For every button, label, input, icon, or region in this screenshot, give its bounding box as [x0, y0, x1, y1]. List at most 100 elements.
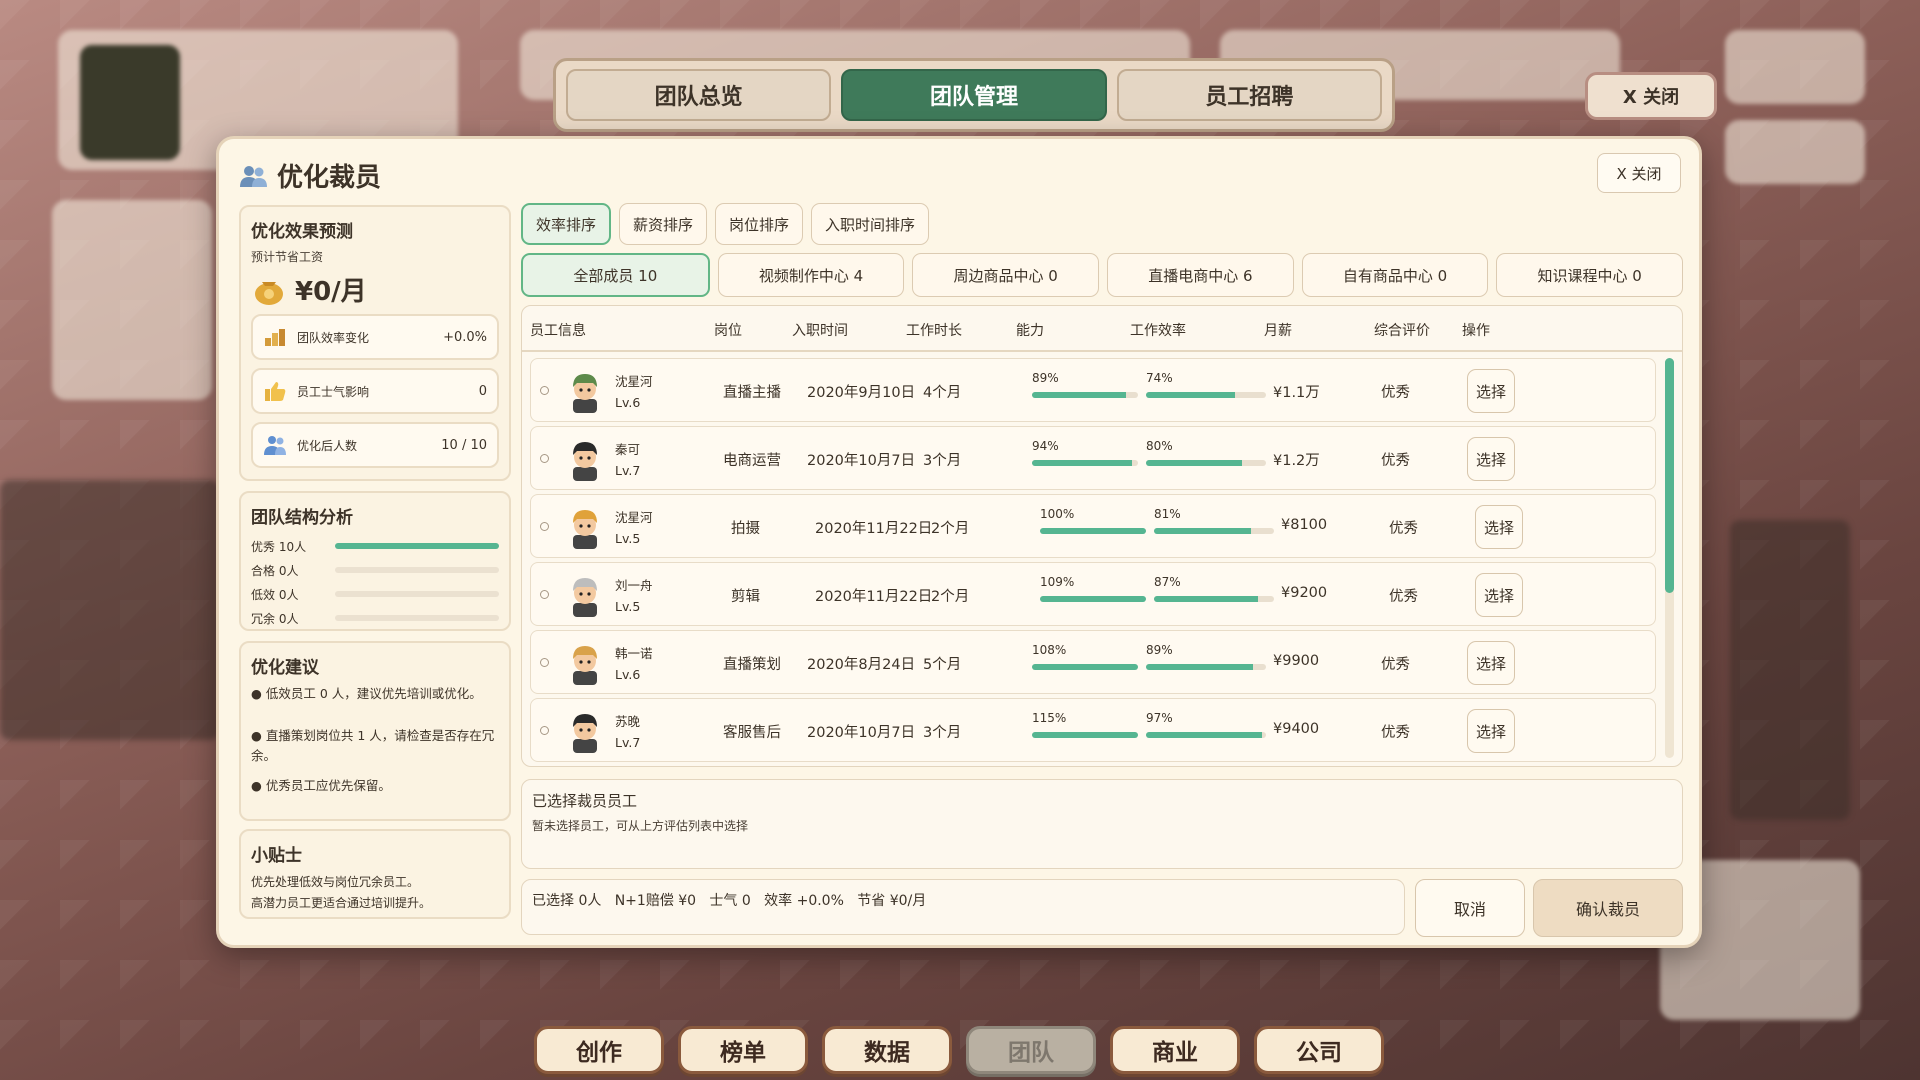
top-close-button[interactable]: X 关闭: [1585, 72, 1717, 120]
structure-label: 低效 0人: [251, 587, 299, 602]
select-employee-button[interactable]: 选择: [1467, 437, 1515, 481]
employee-avatar: [573, 510, 597, 549]
structure-row-excellent: 优秀 10人: [251, 534, 499, 558]
ability-percent: 94%: [1032, 439, 1059, 453]
employee-avatar: [573, 374, 597, 413]
select-employee-button[interactable]: 选择: [1467, 709, 1515, 753]
employee-duration: 5个月: [923, 657, 962, 673]
table-row[interactable]: 沈星河 Lv.6 直播主播 2020年9月10日 4个月 89% 74% ¥1.…: [530, 358, 1656, 422]
tips-card: 小贴士 优先处理低效与岗位冗余员工。 高潜力员工更适合通过培训提升。: [239, 829, 511, 919]
structure-row-redundant: 冗余 0人: [251, 606, 499, 630]
filter-merch-center[interactable]: 周边商品中心 0: [912, 253, 1100, 297]
efficiency-percent: 81%: [1154, 507, 1181, 521]
employee-salary: ¥9900: [1273, 653, 1320, 669]
forecast-subtitle: 预计节省工资: [251, 250, 324, 264]
bottom-dock: 创作 榜单 数据 团队 商业 公司: [534, 1026, 1384, 1074]
dock-business-button[interactable]: 商业: [1110, 1026, 1240, 1074]
employee-rating: 优秀: [1381, 453, 1410, 469]
dock-team-button[interactable]: 团队: [966, 1026, 1096, 1074]
efficiency-percent: 97%: [1146, 711, 1173, 725]
filter-video-center[interactable]: 视频制作中心 4: [717, 253, 905, 297]
tab-recruitment[interactable]: 员工招聘: [1116, 69, 1382, 121]
cancel-button[interactable]: 取消: [1415, 879, 1525, 937]
table-row[interactable]: 秦可 Lv.7 电商运营 2020年10月7日 3个月 94% 80% ¥1.2…: [530, 426, 1656, 490]
dock-data-button[interactable]: 数据: [822, 1026, 952, 1074]
table-row[interactable]: 苏晚 Lv.7 客服售后 2020年10月7日 3个月 115% 97% ¥94…: [530, 698, 1656, 762]
employee-salary: ¥1.2万: [1273, 453, 1320, 469]
player-avatar: [80, 45, 180, 160]
confirm-layoff-button[interactable]: 确认裁员: [1533, 879, 1683, 937]
efficiency-bar: [1146, 460, 1266, 466]
employee-duration: 3个月: [923, 453, 962, 469]
employee-role: 电商运营: [723, 453, 781, 469]
ability-percent: 109%: [1040, 575, 1075, 589]
table-row[interactable]: 韩一诺 Lv.6 直播策划 2020年8月24日 5个月 108% 89% ¥9…: [530, 630, 1656, 694]
efficiency-bar: [1146, 664, 1266, 670]
modal-title-text: 优化裁员: [277, 163, 382, 193]
table-row[interactable]: 刘一舟 Lv.5 剪辑 2020年11月22日 2个月 109% 87% ¥92…: [530, 562, 1656, 626]
select-employee-button[interactable]: 选择: [1475, 573, 1523, 617]
ability-percent: 115%: [1032, 711, 1067, 725]
ability-bar-fill: [1032, 460, 1132, 466]
ability-bar-fill: [1032, 392, 1127, 398]
sort-bar: 效率排序 薪资排序 岗位排序 入职时间排序: [521, 203, 930, 245]
select-employee-button[interactable]: 选择: [1467, 369, 1515, 413]
stat-label: 团队效率变化: [297, 330, 370, 345]
stat-value: 10 / 10: [441, 437, 487, 453]
dock-company-button[interactable]: 公司: [1254, 1026, 1384, 1074]
row-radio[interactable]: [540, 454, 549, 463]
row-radio[interactable]: [540, 726, 549, 735]
header-action: 操作: [1462, 323, 1490, 339]
dock-create-button[interactable]: 创作: [534, 1026, 664, 1074]
modal-close-button[interactable]: X 关闭: [1597, 153, 1681, 193]
structure-bar: [335, 543, 499, 549]
employee-level: Lv.7: [615, 735, 641, 750]
filter-own-goods-center[interactable]: 自有商品中心 0: [1301, 253, 1489, 297]
row-radio[interactable]: [540, 386, 549, 395]
sort-salary-button[interactable]: 薪资排序: [619, 203, 708, 245]
ability-bar-fill: [1040, 596, 1146, 602]
table-scrollbar[interactable]: [1665, 358, 1674, 758]
select-employee-button[interactable]: 选择: [1467, 641, 1515, 685]
structure-label: 冗余 0人: [251, 611, 299, 626]
ability-bar: [1032, 392, 1138, 398]
scrollbar-thumb[interactable]: [1665, 358, 1674, 593]
structure-bar: [335, 591, 499, 597]
employee-name: 韩一诺: [615, 646, 653, 661]
layoff-summary-bar: 已选择 0人 N+1赔偿 ¥0 士气 0 效率 +0.0% 节省 ¥0/月: [521, 879, 1405, 935]
sort-hire-date-button[interactable]: 入职时间排序: [811, 203, 930, 245]
sort-efficiency-button[interactable]: 效率排序: [521, 203, 612, 245]
ability-bar: [1040, 528, 1146, 534]
header-rating: 综合评价: [1374, 323, 1430, 339]
tip-line: 优先处理低效与岗位冗余员工。: [251, 875, 420, 889]
suggestions-title: 优化建议: [251, 658, 319, 678]
tab-team-management[interactable]: 团队管理: [841, 69, 1107, 121]
filter-live-commerce-center[interactable]: 直播电商中心 6: [1107, 253, 1294, 297]
tip-line: 高潜力员工更适合通过培训提升。: [251, 896, 432, 910]
efficiency-bar: [1146, 732, 1266, 738]
row-radio[interactable]: [540, 522, 549, 531]
tab-team-overview[interactable]: 团队总览: [566, 69, 832, 121]
efficiency-bar: [1154, 528, 1274, 534]
structure-bar-fill: [335, 543, 499, 549]
efficiency-bar-fill: [1154, 596, 1259, 602]
filter-course-center[interactable]: 知识课程中心 0: [1496, 253, 1684, 297]
layoff-modal: 优化裁员 X 关闭 优化效果预测 预计节省工资 ¥0/月 团队效率变化 +0.0…: [216, 136, 1702, 948]
select-employee-button[interactable]: 选择: [1475, 505, 1523, 549]
table-row[interactable]: 沈星河 Lv.5 拍摄 2020年11月22日 2个月 100% 81% ¥81…: [530, 494, 1656, 558]
dock-ranking-button[interactable]: 榜单: [678, 1026, 808, 1074]
row-radio[interactable]: [540, 590, 549, 599]
employee-table: 员工信息 岗位 入职时间 工作时长 能力 工作效率 月薪 综合评价 操作 沈星河…: [521, 305, 1683, 767]
structure-label: 优秀 10人: [251, 539, 307, 554]
row-radio[interactable]: [540, 658, 549, 667]
table-body: 沈星河 Lv.6 直播主播 2020年9月10日 4个月 89% 74% ¥1.…: [530, 358, 1656, 766]
employee-level: Lv.5: [615, 531, 641, 546]
filter-all-members[interactable]: 全部成员 10: [521, 253, 710, 297]
employee-role: 直播主播: [723, 385, 781, 401]
efficiency-bar-fill: [1146, 664, 1253, 670]
employee-rating: 优秀: [1381, 657, 1410, 673]
stat-label: 优化后人数: [297, 438, 358, 453]
sort-role-button[interactable]: 岗位排序: [715, 203, 804, 245]
stat-team-efficiency: 团队效率变化 +0.0%: [251, 314, 499, 360]
people-icon: [240, 165, 267, 187]
